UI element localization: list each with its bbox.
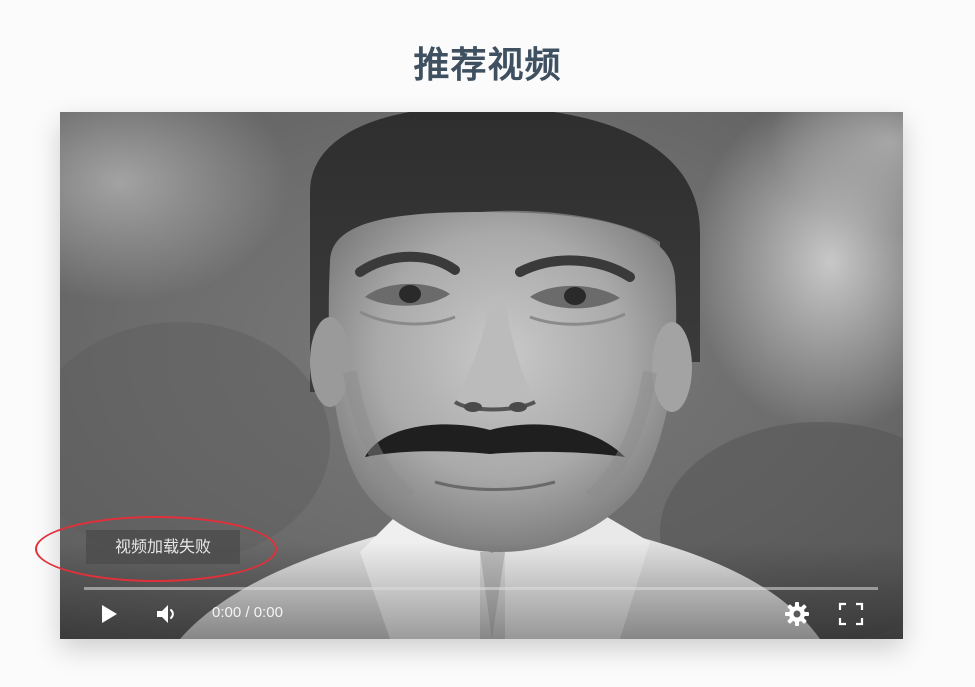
volume-button[interactable] (152, 601, 182, 627)
fullscreen-button[interactable] (836, 600, 866, 628)
fullscreen-icon (838, 602, 864, 626)
duration: 0:00 (253, 604, 283, 621)
page: 推荐视频 视频加载失败 0:00 / 0:00 (0, 0, 975, 687)
time-separator: / (245, 604, 250, 621)
settings-button[interactable] (782, 600, 812, 628)
control-bar: 0:00 / 0:00 (60, 589, 903, 639)
volume-icon (157, 605, 174, 623)
error-message: 视频加载失败 (86, 530, 240, 564)
play-button[interactable] (94, 601, 124, 627)
gear-icon (785, 602, 809, 626)
video-player[interactable]: 视频加载失败 0:00 / 0:00 (60, 112, 903, 639)
current-time: 0:00 (212, 604, 242, 621)
play-icon (102, 605, 117, 623)
section-title: 推荐视频 (413, 45, 562, 86)
time-display: 0:00 / 0:00 (212, 604, 283, 621)
